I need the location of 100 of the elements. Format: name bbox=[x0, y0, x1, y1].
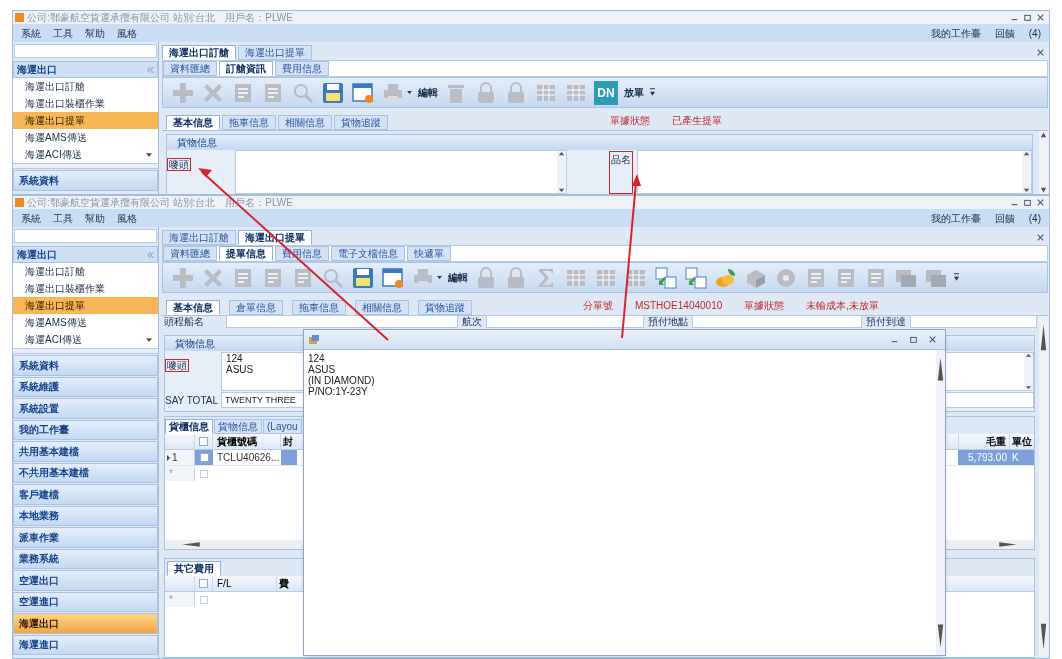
menu-item[interactable]: (4) bbox=[1028, 210, 1041, 226]
menu-item[interactable]: (4) bbox=[1028, 25, 1041, 41]
dropdown-caret-icon[interactable] bbox=[146, 153, 152, 157]
checkbox[interactable] bbox=[199, 437, 208, 446]
sidebar-group[interactable]: 客戶建檔 bbox=[13, 484, 158, 505]
sidebar-item[interactable]: 海運出口裝櫃作業 bbox=[13, 95, 158, 112]
menu-item[interactable]: 工具 bbox=[53, 25, 73, 41]
tab[interactable]: 其它費用 bbox=[167, 561, 221, 576]
sidebar-item[interactable]: 海運AMS傳送 bbox=[13, 129, 158, 146]
dropdown[interactable] bbox=[910, 315, 1037, 328]
scrollbar[interactable] bbox=[1039, 131, 1048, 194]
column-header[interactable]: 毛重 bbox=[958, 434, 1010, 449]
column-header[interactable]: 貨櫃號碼 bbox=[213, 434, 281, 449]
sidebar-group[interactable]: 派車作業 bbox=[13, 527, 158, 548]
sidebar-group[interactable]: 系統資料 bbox=[13, 355, 158, 376]
menu-item[interactable]: 風格 bbox=[117, 25, 137, 41]
menu-item[interactable]: 我的工作臺 bbox=[930, 25, 981, 41]
sidebar-group[interactable]: 我的工作臺 bbox=[13, 419, 158, 440]
sidebar-item[interactable]: 海運出口訂艙 bbox=[13, 78, 158, 95]
tab[interactable]: 訂艙資訊 bbox=[219, 61, 273, 76]
input-field[interactable] bbox=[486, 315, 644, 328]
tab[interactable]: 基本信息 bbox=[166, 300, 220, 315]
menu-item[interactable]: 幫助 bbox=[85, 210, 105, 226]
tab[interactable]: 貨物追蹤 bbox=[334, 115, 388, 130]
menu-item[interactable]: 系統 bbox=[21, 210, 41, 226]
tab[interactable]: 倉單信息 bbox=[229, 300, 283, 315]
overflow-chevron-icon[interactable] bbox=[650, 88, 655, 97]
column-header[interactable]: F/L bbox=[213, 576, 277, 591]
dropdown-caret-icon[interactable] bbox=[146, 338, 152, 342]
tab[interactable]: 資料匯總 bbox=[163, 246, 217, 261]
sidebar-item[interactable]: 海運出口訂艙 bbox=[13, 263, 158, 280]
tab[interactable]: 相關信息 bbox=[278, 115, 332, 130]
tab[interactable]: 貨物追蹤 bbox=[418, 300, 472, 315]
close-icon[interactable] bbox=[1037, 48, 1044, 56]
window-icon[interactable] bbox=[351, 80, 375, 105]
sidebar-field[interactable] bbox=[14, 44, 157, 58]
document-swap-icon[interactable] bbox=[684, 265, 708, 290]
tab[interactable]: (Layou bbox=[263, 419, 302, 434]
scrollbar[interactable] bbox=[936, 350, 945, 655]
column-header[interactable]: 單位 bbox=[1010, 434, 1034, 449]
sidebar-header[interactable]: 海運出口 bbox=[13, 61, 158, 78]
sidebar-item[interactable]: 海運AMS傳送 bbox=[13, 314, 158, 331]
dropdown-caret-icon[interactable] bbox=[437, 276, 442, 279]
sidebar-item[interactable]: 海運出口裝櫃作業 bbox=[13, 280, 158, 297]
window-icon[interactable] bbox=[381, 265, 405, 290]
sidebar-group[interactable]: 海運出口 bbox=[13, 613, 158, 634]
sidebar-group[interactable]: 空運進口 bbox=[13, 591, 158, 612]
maximize-icon[interactable] bbox=[1024, 199, 1031, 206]
menu-item[interactable]: 工具 bbox=[53, 210, 73, 226]
sidebar-group[interactable]: 系統維護 bbox=[13, 376, 158, 397]
close-icon[interactable] bbox=[1037, 14, 1044, 21]
sidebar-group[interactable]: 系統資料 bbox=[13, 170, 158, 191]
maximize-icon[interactable] bbox=[1024, 14, 1031, 21]
input-field[interactable] bbox=[226, 315, 458, 328]
toolbar-button[interactable]: 編輯 bbox=[448, 270, 468, 285]
tab[interactable]: 海運出口提單 bbox=[238, 45, 312, 60]
tab[interactable]: 電子文檔信息 bbox=[331, 246, 405, 261]
column-header[interactable]: 費 bbox=[277, 576, 291, 591]
sidebar-item[interactable]: 海運出口提單 bbox=[13, 112, 158, 129]
tab[interactable]: 費用信息 bbox=[275, 61, 329, 76]
checkbox[interactable] bbox=[200, 595, 208, 604]
close-icon[interactable] bbox=[1037, 233, 1044, 241]
overflow-chevron-icon[interactable] bbox=[954, 273, 959, 282]
sidebar-group[interactable]: 空運出口 bbox=[13, 570, 158, 591]
menu-item[interactable]: 幫助 bbox=[85, 25, 105, 41]
toolbar-button[interactable]: 編輯 bbox=[418, 85, 438, 100]
menu-item[interactable]: 風格 bbox=[117, 210, 137, 226]
tab[interactable]: 海運出口訂艙 bbox=[162, 230, 236, 245]
scrollbar[interactable] bbox=[1022, 151, 1031, 193]
scrollbar[interactable] bbox=[1039, 316, 1048, 658]
menu-item[interactable]: 系統 bbox=[21, 25, 41, 41]
tab[interactable]: 海運出口訂艙 bbox=[162, 45, 236, 60]
menu-item[interactable]: 回饋 bbox=[994, 25, 1015, 41]
sidebar-group[interactable]: 系統設置 bbox=[13, 398, 158, 419]
sidebar-header[interactable]: 海運出口 bbox=[13, 246, 158, 263]
close-icon[interactable] bbox=[929, 336, 936, 343]
sidebar-item[interactable]: 海運ACI傳送 bbox=[13, 146, 158, 163]
sidebar-group[interactable]: 本地業務 bbox=[13, 505, 158, 526]
checkbox[interactable] bbox=[199, 453, 209, 462]
menu-item[interactable]: 我的工作臺 bbox=[930, 210, 981, 226]
sidebar-group[interactable]: 不共用基本建檔 bbox=[13, 462, 158, 483]
scrollbar[interactable] bbox=[557, 151, 566, 193]
dropdown[interactable] bbox=[692, 315, 862, 328]
tab[interactable]: 相關信息 bbox=[355, 300, 409, 315]
collapse-icon[interactable] bbox=[147, 66, 154, 73]
tab[interactable]: 貨物信息 bbox=[214, 419, 262, 434]
checkbox[interactable] bbox=[200, 469, 208, 478]
tab[interactable]: 貨櫃信息 bbox=[165, 419, 213, 434]
checkbox[interactable] bbox=[199, 579, 208, 588]
menu-item[interactable]: 回饋 bbox=[994, 210, 1015, 226]
maximize-icon[interactable] bbox=[910, 336, 917, 343]
tab[interactable]: 快遞單 bbox=[407, 246, 451, 261]
toolbar-button[interactable]: 放單 bbox=[624, 85, 644, 100]
collapse-icon[interactable] bbox=[147, 251, 154, 258]
tab[interactable]: 提單信息 bbox=[219, 246, 273, 261]
close-icon[interactable] bbox=[1037, 199, 1044, 206]
sidebar-item[interactable]: 海運出口提單 bbox=[13, 297, 158, 314]
document-swap-icon[interactable] bbox=[654, 265, 678, 290]
sidebar-item[interactable]: 海運ACI傳送 bbox=[13, 331, 158, 348]
sidebar-field[interactable] bbox=[14, 229, 157, 243]
